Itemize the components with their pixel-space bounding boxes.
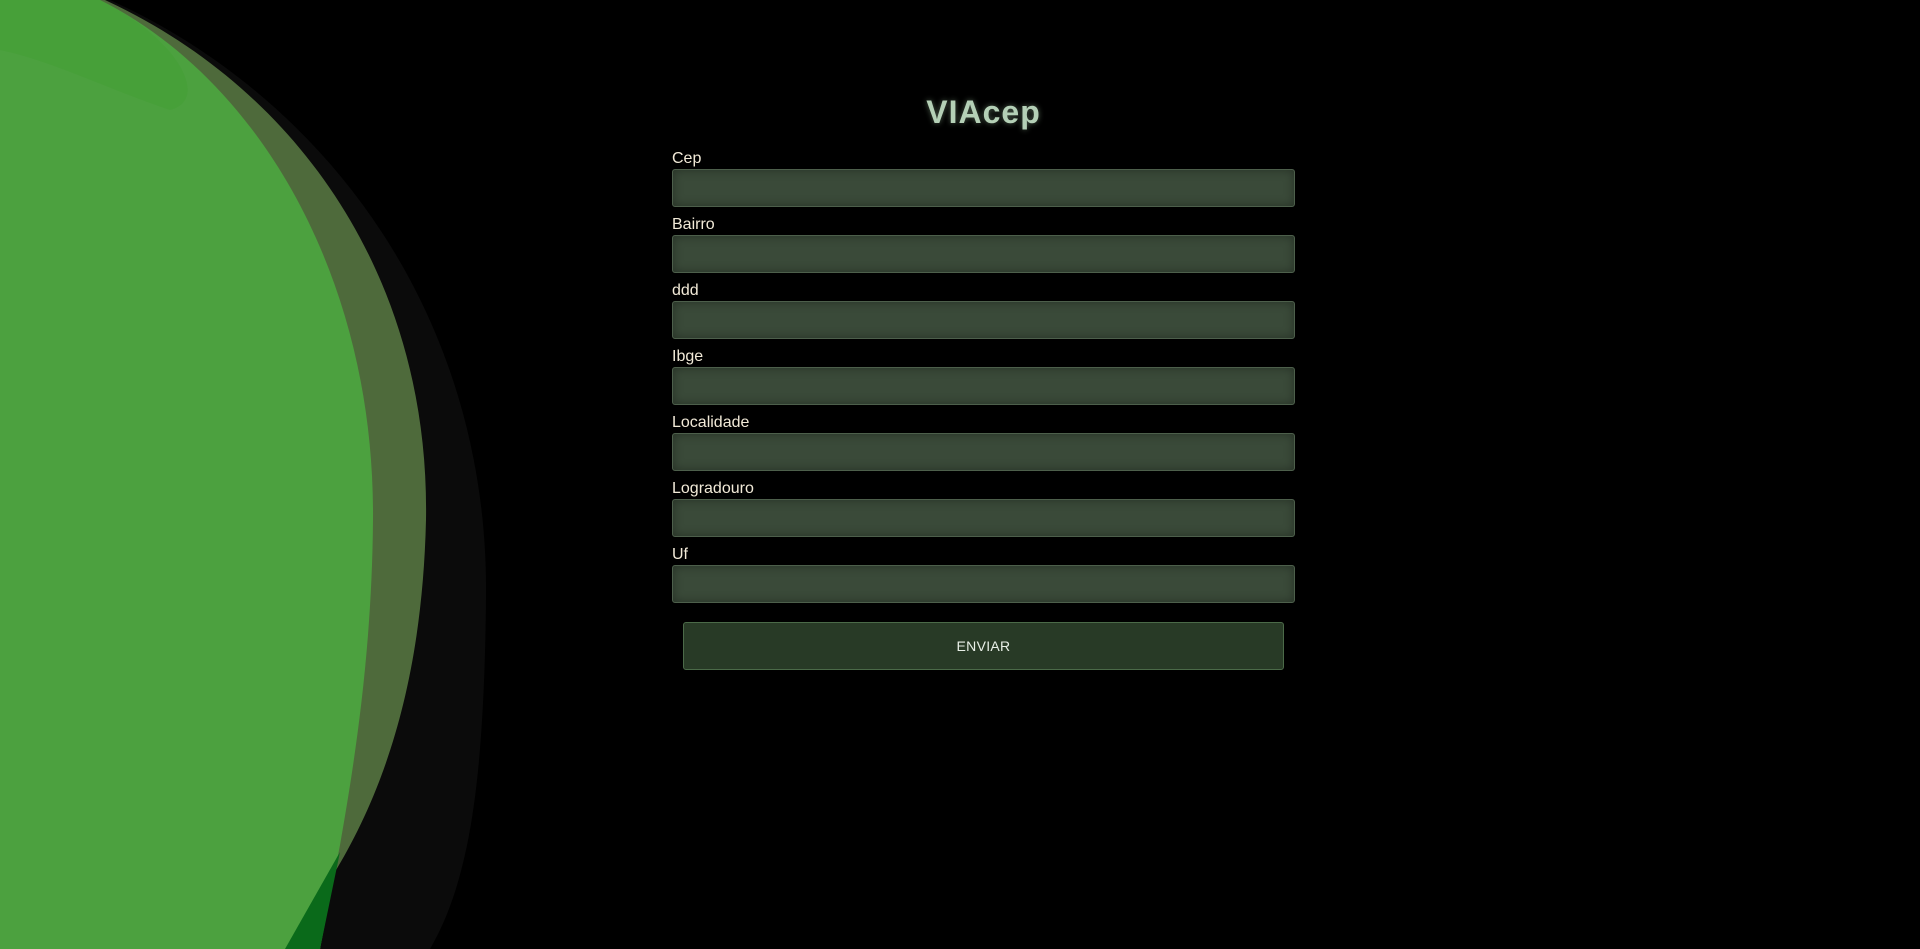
localidade-input[interactable] — [672, 433, 1295, 471]
field-ibge: Ibge — [672, 348, 1295, 405]
green-blob — [0, 0, 374, 949]
field-localidade: Localidade — [672, 414, 1295, 471]
cep-form: VIAcep Cep Bairro ddd Ibge Localidade Lo… — [672, 90, 1295, 670]
uf-input[interactable] — [672, 565, 1295, 603]
logradouro-label: Logradouro — [672, 480, 754, 497]
cep-input[interactable] — [672, 169, 1295, 207]
field-uf: Uf — [672, 546, 1295, 603]
uf-label: Uf — [672, 546, 688, 563]
field-bairro: Bairro — [672, 216, 1295, 273]
field-ddd: ddd — [672, 282, 1295, 339]
logradouro-input[interactable] — [672, 499, 1295, 537]
cep-label: Cep — [672, 150, 702, 167]
ibge-input[interactable] — [672, 367, 1295, 405]
field-logradouro: Logradouro — [672, 480, 1295, 537]
bairro-input[interactable] — [672, 235, 1295, 273]
bairro-label: Bairro — [672, 216, 715, 233]
ddd-input[interactable] — [672, 301, 1295, 339]
submit-button[interactable]: ENVIAR — [683, 622, 1284, 670]
localidade-label: Localidade — [672, 414, 750, 431]
page-title: VIAcep — [926, 94, 1041, 130]
ibge-label: Ibge — [672, 348, 704, 365]
field-cep: Cep — [672, 150, 1295, 207]
ddd-label: ddd — [672, 282, 699, 299]
